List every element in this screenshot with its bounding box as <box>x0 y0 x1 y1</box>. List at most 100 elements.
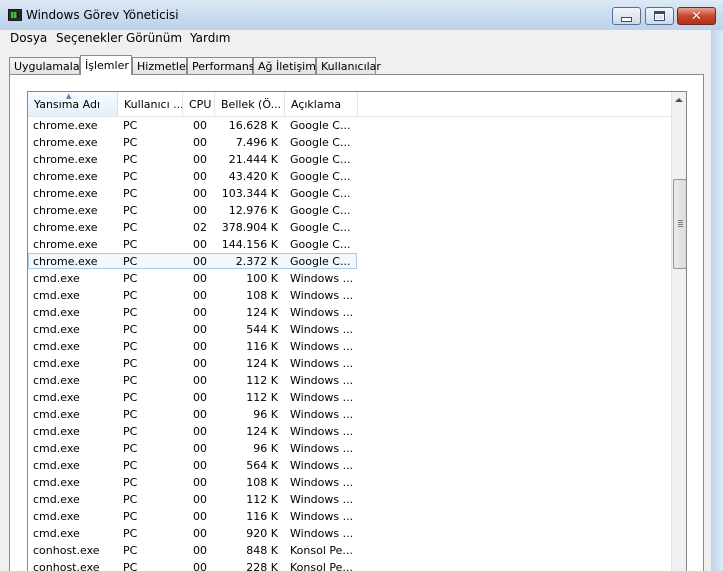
process-name: conhost.exe <box>33 544 100 557</box>
process-memory-cell: 124 K <box>214 423 279 440</box>
process-memory-cell: 544 K <box>214 321 279 338</box>
process-name: chrome.exe <box>33 170 98 183</box>
process-memory: 848 K <box>246 544 278 557</box>
table-row[interactable]: cmd.exe PC 00 112 K Windows ... <box>28 372 673 389</box>
table-row[interactable]: chrome.exe PC 00 144.156 K Google C... <box>28 236 673 253</box>
table-row[interactable]: chrome.exe PC 00 16.628 K Google C... <box>28 117 673 134</box>
process-memory: 43.420 K <box>228 170 278 183</box>
maximize-button[interactable] <box>645 7 674 25</box>
minimize-button[interactable] <box>612 7 641 25</box>
menu-yardim[interactable]: Yardım <box>190 31 230 45</box>
table-row[interactable]: chrome.exe PC 00 7.496 K Google C... <box>28 134 673 151</box>
column-header-image-name[interactable]: ▲ Yansıma Adı <box>28 92 118 116</box>
table-row[interactable]: chrome.exe PC 02 378.904 K Google C... <box>28 219 673 236</box>
process-memory-cell: 96 K <box>214 440 279 457</box>
process-memory: 21.444 K <box>228 153 278 166</box>
process-memory-cell: 103.344 K <box>214 185 279 202</box>
tab-performans[interactable]: Performans <box>187 57 255 74</box>
table-row[interactable]: cmd.exe PC 00 108 K Windows ... <box>28 474 673 491</box>
process-user: PC <box>123 493 138 506</box>
column-header-description[interactable]: Açıklama <box>285 92 358 116</box>
table-row[interactable]: cmd.exe PC 00 112 K Windows ... <box>28 389 673 406</box>
process-description: Windows ... <box>290 357 354 370</box>
process-name: cmd.exe <box>33 425 80 438</box>
scroll-up-arrow-icon[interactable] <box>675 98 683 102</box>
process-memory: 378.904 K <box>221 221 278 234</box>
process-memory-cell: 12.976 K <box>214 202 279 219</box>
column-header-cpu[interactable]: CPU <box>183 92 215 116</box>
table-row[interactable]: cmd.exe PC 00 96 K Windows ... <box>28 440 673 457</box>
table-row[interactable]: cmd.exe PC 00 544 K Windows ... <box>28 321 673 338</box>
table-row[interactable]: cmd.exe PC 00 564 K Windows ... <box>28 457 673 474</box>
process-user: PC <box>123 153 138 166</box>
process-user: PC <box>123 527 138 540</box>
process-cpu: 00 <box>193 272 207 285</box>
minimize-icon <box>621 16 632 22</box>
table-row[interactable]: cmd.exe PC 00 920 K Windows ... <box>28 525 673 542</box>
tab-islemler[interactable]: İşlemler <box>80 55 132 75</box>
process-cpu: 00 <box>193 136 207 149</box>
process-memory: 12.976 K <box>228 204 278 217</box>
tab-ag-iletisimi[interactable]: Ağ İletişimi <box>253 57 319 74</box>
process-description: Google C... <box>290 204 351 217</box>
table-row[interactable]: cmd.exe PC 00 124 K Windows ... <box>28 355 673 372</box>
process-user: PC <box>123 289 138 302</box>
table-row[interactable]: cmd.exe PC 00 116 K Windows ... <box>28 338 673 355</box>
process-cpu: 00 <box>193 442 207 455</box>
process-description: Windows ... <box>290 340 354 353</box>
table-row[interactable]: cmd.exe PC 00 96 K Windows ... <box>28 406 673 423</box>
process-description: Google C... <box>290 255 351 268</box>
process-list[interactable]: ▲ Yansıma Adı Kullanıcı ... CPU Bellek (… <box>27 91 687 571</box>
process-memory-cell: 848 K <box>214 542 279 559</box>
table-row[interactable]: chrome.exe PC 00 21.444 K Google C... <box>28 151 673 168</box>
process-memory: 96 K <box>253 408 278 421</box>
process-name: cmd.exe <box>33 306 80 319</box>
close-icon: ✕ <box>691 8 702 24</box>
process-user: PC <box>123 204 138 217</box>
menu-dosya[interactable]: Dosya <box>10 31 47 45</box>
process-memory: 2.372 K <box>235 255 278 268</box>
table-row[interactable]: cmd.exe PC 00 116 K Windows ... <box>28 508 673 525</box>
process-cpu: 00 <box>193 459 207 472</box>
process-user: PC <box>123 391 138 404</box>
title-bar[interactable]: Windows Görev Yöneticisi ✕ <box>0 0 723 30</box>
table-row[interactable]: cmd.exe PC 00 108 K Windows ... <box>28 287 673 304</box>
table-row[interactable]: chrome.exe PC 00 43.420 K Google C... <box>28 168 673 185</box>
column-header-memory[interactable]: Bellek (Ö... <box>215 92 285 116</box>
process-user: PC <box>123 374 138 387</box>
process-description: Google C... <box>290 187 351 200</box>
process-memory-cell: 2.372 K <box>214 253 279 270</box>
menu-secenekler[interactable]: Seçenekler <box>56 31 123 45</box>
process-cpu: 00 <box>193 374 207 387</box>
table-row[interactable]: conhost.exe PC 00 228 K Konsol Pe... <box>28 559 673 571</box>
process-name: cmd.exe <box>33 391 80 404</box>
process-memory-cell: 108 K <box>214 287 279 304</box>
process-description: Windows ... <box>290 493 354 506</box>
process-cpu: 00 <box>193 476 207 489</box>
table-row[interactable]: cmd.exe PC 00 124 K Windows ... <box>28 304 673 321</box>
table-row[interactable]: chrome.exe PC 00 12.976 K Google C... <box>28 202 673 219</box>
process-name: chrome.exe <box>33 255 98 268</box>
process-user: PC <box>123 544 138 557</box>
tab-hizmetler[interactable]: Hizmetler <box>132 57 190 74</box>
table-row[interactable]: cmd.exe PC 00 124 K Windows ... <box>28 423 673 440</box>
close-button[interactable]: ✕ <box>677 7 716 25</box>
table-row[interactable]: chrome.exe PC 00 2.372 K Google C... <box>28 253 673 270</box>
process-memory: 100 K <box>246 272 278 285</box>
process-user: PC <box>123 442 138 455</box>
table-row[interactable]: conhost.exe PC 00 848 K Konsol Pe... <box>28 542 673 559</box>
process-user: PC <box>123 408 138 421</box>
tab-uygulamalar[interactable]: Uygulamalar <box>9 57 84 74</box>
table-row[interactable]: chrome.exe PC 00 103.344 K Google C... <box>28 185 673 202</box>
tab-kullanicilar[interactable]: Kullanıcılar <box>316 57 381 74</box>
vertical-scrollbar[interactable] <box>671 92 686 571</box>
grip-line <box>678 226 683 227</box>
table-row[interactable]: cmd.exe PC 00 100 K Windows ... <box>28 270 673 287</box>
process-memory-cell: 564 K <box>214 457 279 474</box>
process-memory: 96 K <box>253 442 278 455</box>
process-description: Windows ... <box>290 289 354 302</box>
column-header-user[interactable]: Kullanıcı ... <box>118 92 183 116</box>
scroll-thumb[interactable] <box>673 179 686 269</box>
menu-gorunum[interactable]: Görünüm <box>126 31 182 45</box>
table-row[interactable]: cmd.exe PC 00 112 K Windows ... <box>28 491 673 508</box>
